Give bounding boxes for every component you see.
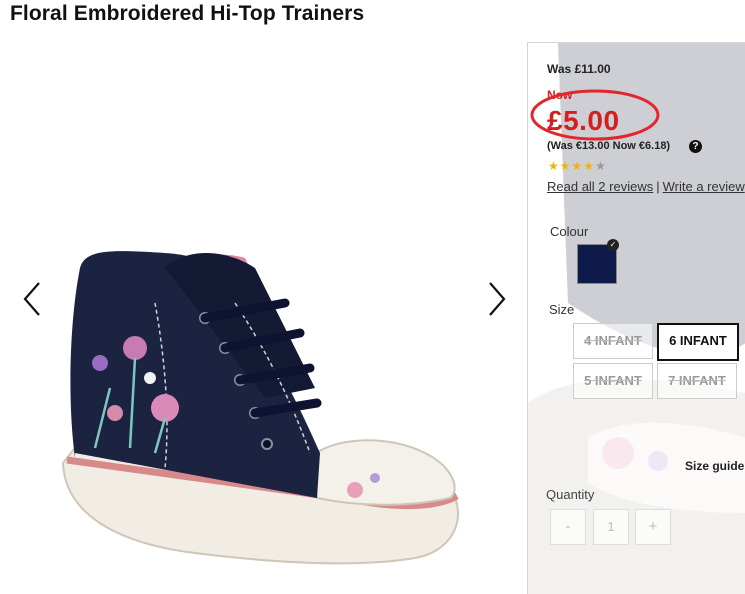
- size-option-4-infant[interactable]: 4 INFANT: [573, 323, 653, 359]
- chevron-left-icon: [23, 282, 40, 316]
- reviews-separator: |: [656, 179, 660, 194]
- gallery-next-button[interactable]: [483, 280, 509, 318]
- write-review-link[interactable]: Write a review: [663, 179, 745, 194]
- gallery-prev-button[interactable]: [20, 280, 46, 318]
- chevron-right-icon: [489, 282, 506, 316]
- size-option-5-infant[interactable]: 5 INFANT: [573, 363, 653, 399]
- colour-label: Colour: [550, 224, 589, 239]
- help-icon[interactable]: ?: [689, 140, 702, 153]
- product-image-trainer: [61, 251, 460, 565]
- was-price: Was £11.00: [547, 62, 611, 76]
- product-details: Was £11.00 Now £5.00 (Was €13.00 Now €6.…: [528, 43, 745, 594]
- reviews-links: Read all 2 reviews | Write a review: [547, 179, 745, 194]
- quantity-decrease-button[interactable]: -: [550, 509, 586, 545]
- read-reviews-link[interactable]: Read all 2 reviews: [547, 179, 653, 194]
- check-icon: ✓: [607, 239, 619, 251]
- quantity-increase-button[interactable]: +: [635, 509, 671, 545]
- star-icon: ★: [559, 159, 572, 173]
- star-empty-icon: ★: [595, 159, 607, 173]
- euro-price: (Was €13.00 Now €6.18): [547, 140, 671, 152]
- star-icon: ★: [548, 159, 560, 173]
- size-option-7-infant[interactable]: 7 INFANT: [657, 363, 737, 399]
- price-highlight-circle: [530, 89, 660, 141]
- product-info-panel: Was £11.00 Now £5.00 (Was €13.00 Now €6.…: [527, 42, 745, 594]
- star-rating: ★★★★★: [548, 159, 607, 173]
- star-icon: ★: [571, 159, 584, 173]
- star-half-icon: ★: [583, 159, 596, 173]
- size-label: Size: [549, 302, 575, 317]
- quantity-input[interactable]: 1: [593, 509, 629, 545]
- product-title: Floral Embroidered Hi-Top Trainers: [10, 2, 365, 25]
- size-guide-link[interactable]: Size guide: [685, 459, 744, 473]
- quantity-label: Quantity: [546, 487, 595, 502]
- size-option-6-infant[interactable]: 6 INFANT: [657, 323, 739, 361]
